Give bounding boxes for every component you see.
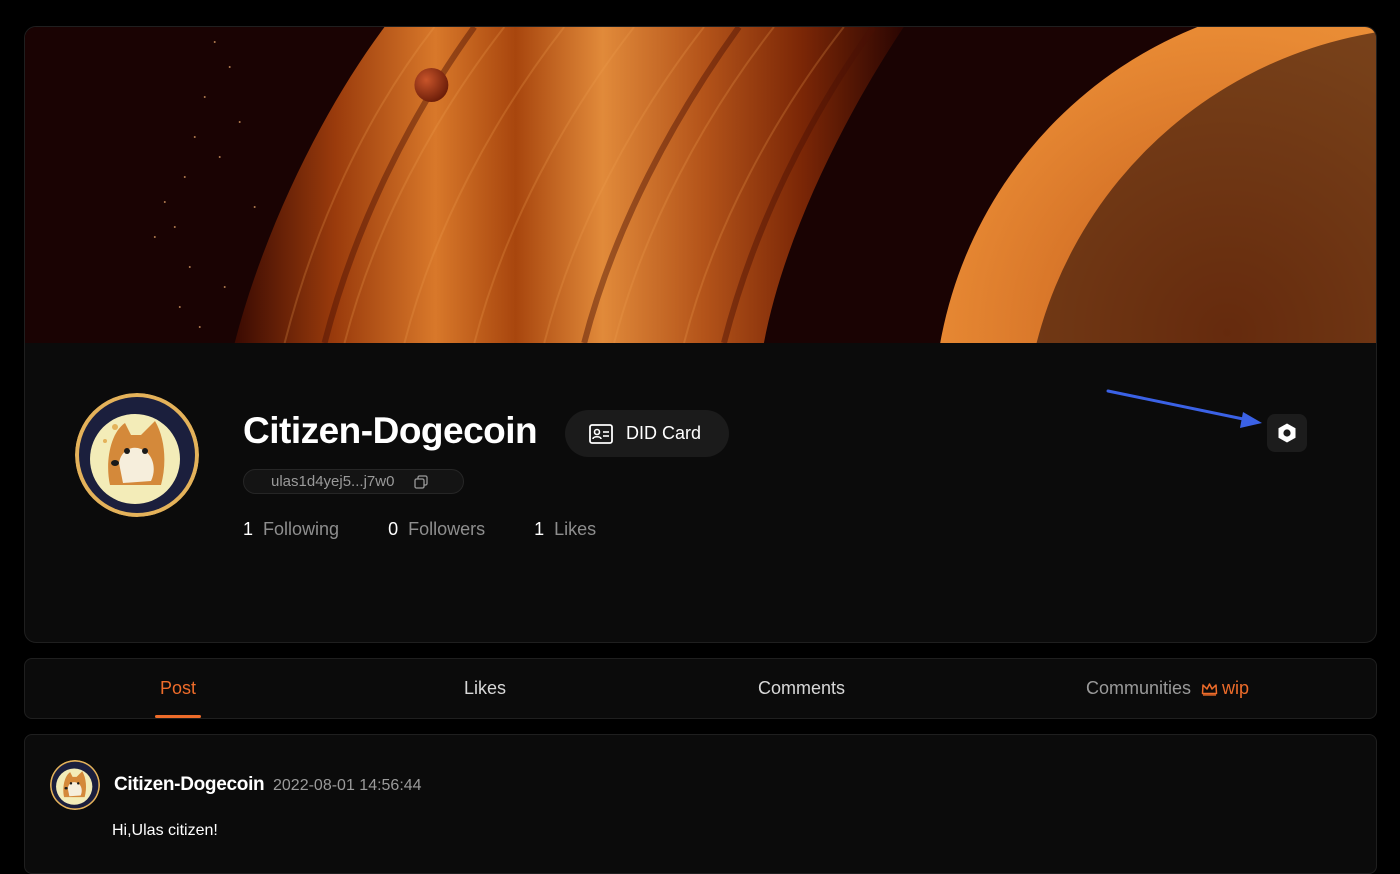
tab-communities[interactable]: Communities wip xyxy=(1086,659,1249,718)
stat-value: 1 xyxy=(534,519,545,539)
profile-username: Citizen-Dogecoin xyxy=(243,410,538,451)
wallet-address: ulas1d4yej5...j7w0 xyxy=(271,473,395,490)
dogecoin-avatar-icon xyxy=(75,393,199,517)
copy-icon[interactable] xyxy=(414,474,429,489)
profile-banner xyxy=(25,27,1376,343)
stat-value: 0 xyxy=(388,519,399,539)
stat-likes[interactable]: 1 Likes xyxy=(534,519,596,540)
profile-stats: 1 Following 0 Followers 1 Likes xyxy=(243,519,596,540)
tab-communities-label: Communities xyxy=(1086,678,1192,698)
post-card: Citizen-Dogecoin 2022-08-01 14:56:44 Hi,… xyxy=(24,734,1377,874)
post-timestamp: 2022-08-01 14:56:44 xyxy=(273,777,422,794)
wip-label: wip xyxy=(1222,678,1250,698)
tab-likes[interactable]: Likes xyxy=(464,659,506,718)
profile-card: Citizen-Dogecoin DID Card ulas1d4yej5...… xyxy=(24,26,1377,643)
hexagon-settings-icon xyxy=(1278,423,1296,443)
stat-followers[interactable]: 0 Followers xyxy=(388,519,485,540)
stat-following[interactable]: 1 Following xyxy=(243,519,339,540)
settings-button[interactable] xyxy=(1267,414,1307,452)
id-card-icon xyxy=(589,423,613,444)
profile-tabs: Post Likes Comments Communities wip xyxy=(24,658,1377,719)
tab-post[interactable]: Post xyxy=(154,659,202,718)
stat-label: Likes xyxy=(554,519,597,539)
did-card-label: DID Card xyxy=(626,423,702,443)
post-author-name[interactable]: Citizen-Dogecoin xyxy=(114,774,265,796)
did-card-button[interactable]: DID Card xyxy=(565,410,729,457)
crown-icon xyxy=(1201,682,1218,696)
wip-badge: wip xyxy=(1201,678,1249,699)
stat-label: Followers xyxy=(408,519,486,539)
tab-comments[interactable]: Comments xyxy=(758,659,845,718)
post-author-avatar[interactable] xyxy=(50,760,100,810)
post-text: Hi,Ulas citizen! xyxy=(112,822,218,839)
stat-value: 1 xyxy=(243,519,254,539)
wallet-address-chip: ulas1d4yej5...j7w0 xyxy=(243,469,464,494)
stat-label: Following xyxy=(263,519,340,539)
avatar[interactable] xyxy=(75,393,199,517)
planet-banner-image xyxy=(25,27,1376,343)
dogecoin-avatar-icon xyxy=(50,760,100,810)
